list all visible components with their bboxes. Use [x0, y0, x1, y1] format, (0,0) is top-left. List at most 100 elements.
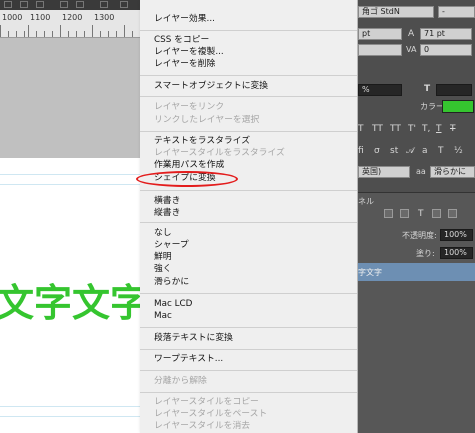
menu-item-create-work-path[interactable]: 作業用パスを作成 [154, 160, 224, 171]
menu-item-aa-strong[interactable]: 強く [154, 264, 172, 275]
swash-icon[interactable]: 𝒜 [406, 146, 415, 156]
menu-item-copy-css[interactable]: CSS をコピー [154, 35, 209, 46]
ruler-tick [132, 31, 133, 37]
ruler-tick [44, 31, 45, 37]
ordinal-icon[interactable]: σ [374, 146, 380, 156]
ruler-tick [24, 31, 25, 37]
tool-option-icon[interactable] [100, 1, 108, 8]
menu-item-aa-smooth[interactable]: 滑らかに [154, 277, 189, 288]
menu-item-aa-crisp[interactable]: 鮮明 [154, 252, 172, 263]
leading-field[interactable]: 71 pt [420, 28, 472, 40]
baseline-shift-icon: T [424, 84, 431, 94]
opacity-label: 不透明度: [402, 231, 437, 240]
ruler-tick [76, 31, 77, 37]
canvas-text-layer[interactable]: 文字文字 [0, 272, 148, 327]
pasteboard [0, 38, 140, 158]
tracking-icon: VA [406, 45, 417, 54]
language-dropdown[interactable]: 英国) [358, 166, 410, 178]
ruler-label: 1000 [2, 13, 23, 22]
guide-line [0, 184, 140, 185]
menu-item-paste-layer-style: レイヤースタイルをペースト [154, 409, 268, 419]
stylistic-icon[interactable]: T [438, 146, 444, 156]
ruler-label: 1300 [94, 13, 115, 22]
scale-field[interactable]: % [358, 84, 402, 96]
menu-item-copy-layer-style: レイヤースタイルをコピー [154, 397, 259, 407]
bold-icon[interactable]: T [358, 124, 364, 134]
underline-icon[interactable]: T [436, 124, 442, 134]
ruler-label: 1100 [30, 13, 51, 22]
font-size-field[interactable]: pt [358, 28, 402, 40]
menu-item-vertical[interactable]: 縦書き [154, 208, 180, 219]
ruler-tick [36, 31, 37, 37]
fill-label: 塗り: [416, 249, 435, 258]
tracking-field[interactable]: 0 [420, 44, 472, 56]
ruler-tick [84, 31, 85, 37]
menu-item-rasterize-type[interactable]: テキストをラスタライズ [154, 136, 250, 147]
options-bar [0, 0, 140, 10]
superscript-icon[interactable]: T' [408, 124, 416, 134]
fill-field[interactable]: 100% [440, 247, 473, 259]
percent-field[interactable] [436, 84, 472, 96]
antialias-dropdown[interactable]: 滑らかに [430, 166, 475, 178]
tool-option-icon[interactable] [76, 1, 84, 8]
character-panel: 角ゴ StdN - pt A 71 pt VA 0 % T カラー: T TT … [358, 0, 475, 433]
menu-item-convert-paragraph-text[interactable]: 段落テキストに変換 [154, 333, 233, 344]
ruler-tick [68, 31, 69, 37]
ruler-label: 1200 [62, 13, 83, 22]
menu-item-mac-lcd[interactable]: Mac LCD [154, 299, 192, 310]
layer-row-selected[interactable]: 字文字 [358, 263, 475, 281]
fraction-icon[interactable]: ½ [454, 146, 463, 156]
fi-ligature-icon[interactable]: fi [358, 146, 364, 156]
opacity-field[interactable]: 100% [440, 229, 473, 241]
guide-line [0, 416, 140, 417]
menu-separator [140, 349, 357, 350]
guide-line [0, 406, 140, 407]
discretionary-ligature-icon[interactable]: st [390, 146, 398, 156]
menu-item-mac[interactable]: Mac [154, 311, 172, 322]
menu-item-clear-layer-style: レイヤースタイルを消去 [154, 421, 251, 431]
faux-bold-icon[interactable]: TT [372, 124, 383, 134]
filter-adjustment-icon[interactable] [400, 209, 409, 218]
font-style-dropdown[interactable]: - [438, 6, 475, 18]
layer-context-menu: レイヤー効果... CSS をコピー レイヤーを複製... レイヤーを削除 スマ… [140, 0, 358, 433]
menu-separator [140, 392, 357, 393]
ruler-tick [124, 25, 125, 37]
tool-option-icon[interactable] [120, 1, 128, 8]
ruler-tick [8, 31, 9, 37]
filter-smart-icon[interactable] [448, 209, 457, 218]
menu-item-convert-smart-object[interactable]: スマートオブジェクトに変換 [154, 81, 268, 92]
tool-option-icon[interactable] [60, 1, 68, 8]
menu-separator [140, 96, 357, 97]
text-color-swatch[interactable] [442, 100, 474, 113]
menu-item-duplicate-layer[interactable]: レイヤーを複製... [154, 47, 224, 58]
menu-item-layer-effects[interactable]: レイヤー効果... [154, 14, 215, 25]
filter-shape-icon[interactable] [432, 209, 441, 218]
ruler-tick [108, 31, 109, 37]
subscript-icon[interactable]: T, [422, 124, 430, 134]
highlight-oval [136, 171, 238, 187]
strikethrough-icon[interactable]: T [450, 124, 456, 134]
tool-option-icon[interactable] [36, 1, 44, 8]
ruler-tick [0, 25, 1, 37]
menu-separator [140, 293, 357, 294]
menu-separator [140, 75, 357, 76]
menu-item-delete-layer[interactable]: レイヤーを削除 [154, 59, 215, 70]
menu-item-aa-none[interactable]: なし [154, 228, 172, 239]
menu-item-warp-text[interactable]: ワープテキスト... [154, 354, 223, 365]
ruler-tick [60, 25, 61, 37]
menu-item-aa-sharp[interactable]: シャープ [154, 240, 189, 251]
menu-item-horizontal[interactable]: 横書き [154, 196, 180, 207]
tool-option-icon[interactable] [20, 1, 28, 8]
font-family-dropdown[interactable]: 角ゴ StdN [358, 6, 434, 18]
antialias-icon: aa [416, 167, 426, 176]
menu-item-release-isolation: 分離から解除 [154, 376, 207, 386]
tool-option-icon[interactable] [4, 1, 12, 8]
all-caps-icon[interactable]: TT [390, 124, 401, 134]
menu-separator [140, 327, 357, 328]
filter-pixel-icon[interactable] [384, 209, 393, 218]
filter-type-icon[interactable]: T [418, 209, 424, 219]
horizontal-ruler: 1000 1100 1200 1300 [0, 10, 140, 38]
kerning-field[interactable] [358, 44, 402, 56]
layers-tab[interactable]: ネル [358, 197, 374, 207]
titling-icon[interactable]: a [422, 146, 428, 156]
